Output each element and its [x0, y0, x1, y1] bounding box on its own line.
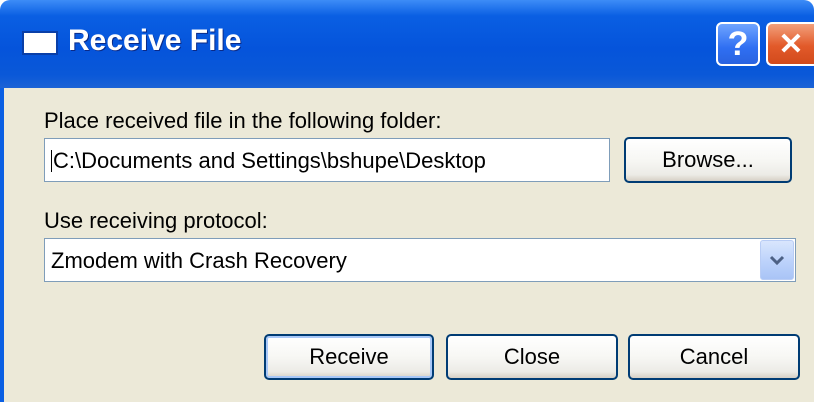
close-window-button[interactable]: ✕ — [766, 22, 814, 66]
title-bar[interactable]: Receive File ? ✕ — [0, 0, 814, 88]
close-icon: ✕ — [778, 27, 804, 61]
text-caret — [51, 150, 52, 172]
folder-path-value: C:\Documents and Settings\bshupe\Desktop — [53, 148, 486, 173]
window-title: Receive File — [68, 24, 242, 57]
protocol-selected-value: Zmodem with Crash Recovery — [51, 248, 347, 273]
chevron-down-icon — [769, 255, 785, 266]
receive-button[interactable]: Receive — [264, 334, 434, 380]
help-icon: ? — [727, 24, 749, 63]
protocol-select[interactable]: Zmodem with Crash Recovery — [44, 238, 796, 282]
cancel-button[interactable]: Cancel — [628, 334, 800, 380]
help-button[interactable]: ? — [716, 22, 760, 66]
dropdown-button[interactable] — [760, 240, 794, 280]
window-icon — [22, 31, 58, 55]
close-button[interactable]: Close — [446, 334, 618, 380]
folder-label: Place received file in the following fol… — [44, 108, 442, 133]
browse-button[interactable]: Browse... — [624, 137, 792, 183]
protocol-label: Use receiving protocol: — [44, 208, 268, 233]
folder-path-input[interactable]: C:\Documents and Settings\bshupe\Desktop — [44, 138, 610, 182]
